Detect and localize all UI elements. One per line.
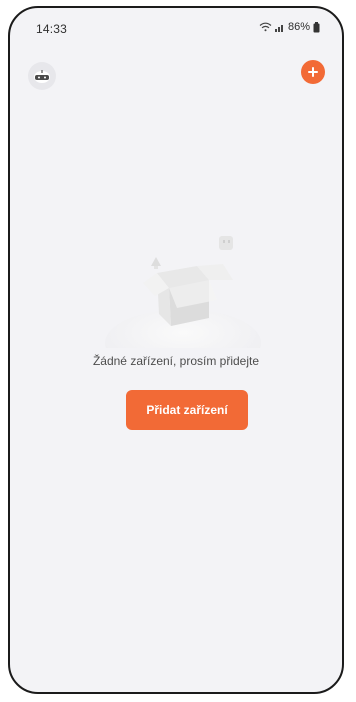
plus-icon xyxy=(308,67,318,77)
battery-percent: 86% xyxy=(287,21,310,33)
signal-icon xyxy=(274,22,285,32)
status-time: 14:33 xyxy=(36,22,68,36)
add-device-button[interactable] xyxy=(301,60,325,84)
add-device-primary-button[interactable]: Přidat zařízení xyxy=(126,390,248,430)
phone-screen: 14:33 86% Žádné zařízení, prosím přidejt… xyxy=(8,6,344,694)
empty-state-message: Žádné zařízení, prosím přidejte xyxy=(92,354,260,368)
status-bar: 14:33 86% xyxy=(10,8,342,44)
avatar-robot-icon xyxy=(34,70,50,83)
avatar[interactable] xyxy=(28,62,56,90)
wifi-icon xyxy=(259,22,272,32)
empty-box-icon xyxy=(105,230,265,377)
battery-icon xyxy=(313,21,320,33)
status-icons: 86% xyxy=(259,21,320,33)
